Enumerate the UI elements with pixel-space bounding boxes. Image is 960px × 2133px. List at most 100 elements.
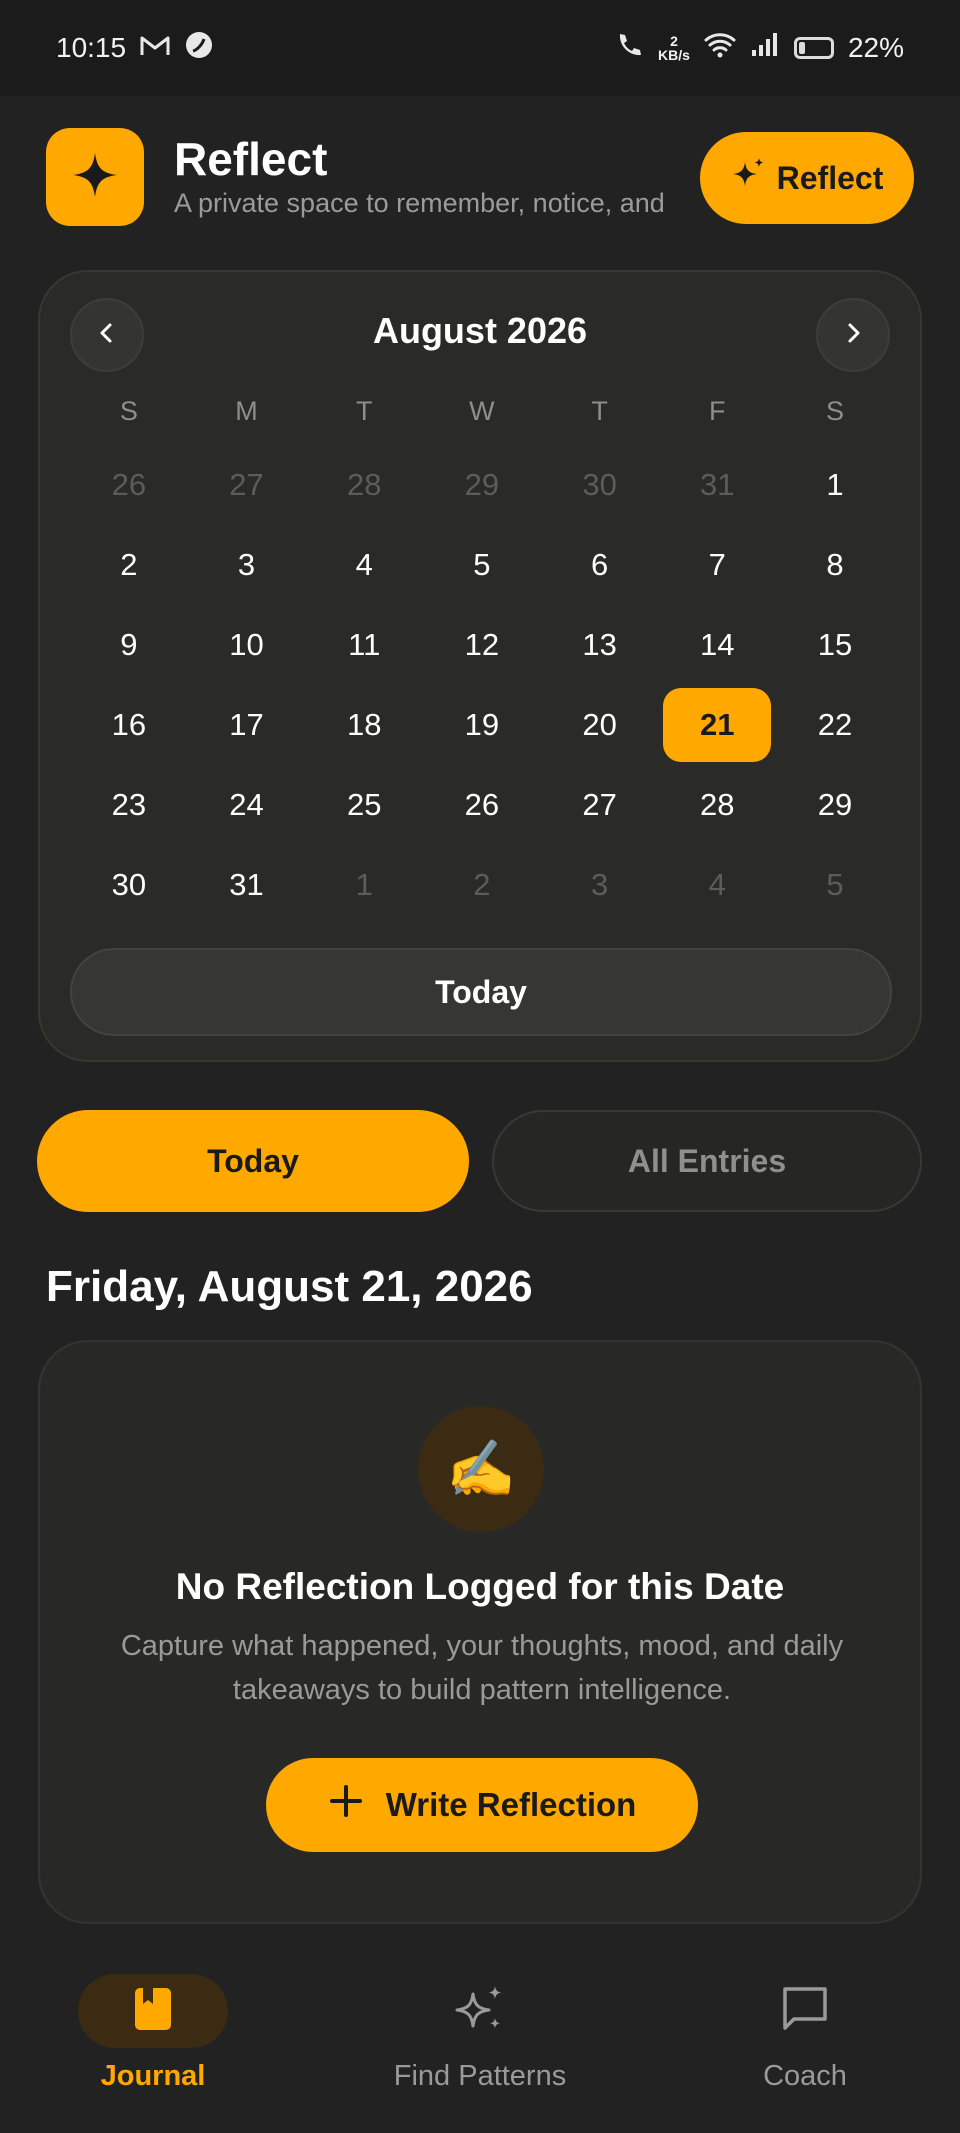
calendar-day[interactable]: 23 <box>70 768 188 842</box>
sparkles-icon <box>731 156 767 200</box>
calendar-day[interactable]: 30 <box>70 848 188 922</box>
tab-today[interactable]: Today <box>37 1110 469 1212</box>
chat-bubble-icon <box>780 1984 830 2039</box>
calendar-today-button[interactable]: Today <box>70 948 892 1036</box>
calendar-day[interactable]: 20 <box>541 688 659 762</box>
nav-find-patterns-label: Find Patterns <box>393 2060 567 2092</box>
calendar-week: 30 31 1 2 3 4 5 <box>70 848 894 922</box>
nav-journal[interactable]: Journal <box>33 1974 273 2093</box>
calendar-month-label: August 2026 <box>372 310 588 351</box>
nav-journal-indicator <box>78 1974 228 2048</box>
calendar-day-outside[interactable]: 29 <box>423 448 541 522</box>
calendar-day[interactable]: 28 <box>658 768 776 842</box>
app-header: Reflect A private space to remember, not… <box>46 128 914 228</box>
weekday-label: M <box>235 396 258 426</box>
signal-icon <box>750 32 780 65</box>
calendar-day[interactable]: 11 <box>305 608 423 682</box>
calendar-day-outside[interactable]: 2 <box>423 848 541 922</box>
calendar-day[interactable]: 9 <box>70 608 188 682</box>
app-notification-icon <box>184 30 214 67</box>
weekday-header: S M T W T F S <box>70 396 894 427</box>
calendar-day[interactable]: 6 <box>541 528 659 602</box>
network-speed: 2 KB/s <box>658 34 690 62</box>
calendar-day-outside[interactable]: 28 <box>305 448 423 522</box>
battery-icon <box>793 37 834 59</box>
calendar-week: 23 24 25 26 27 28 29 <box>70 768 894 842</box>
weekday-label: T <box>355 396 373 426</box>
calendar-day[interactable]: 19 <box>423 688 541 762</box>
reflect-button-label: Reflect <box>776 159 884 196</box>
battery-percent: 22% <box>847 32 904 63</box>
status-bar: 10:15 2 KB/s 22% <box>0 0 960 96</box>
write-reflection-label: Write Reflection <box>385 1786 637 1823</box>
plus-icon <box>328 1783 364 1827</box>
calendar-day[interactable]: 4 <box>305 528 423 602</box>
calendar-card: August 2026 S M T W T F S 26 27 28 29 30… <box>38 270 922 1062</box>
tab-all-entries[interactable]: All Entries <box>492 1110 922 1212</box>
nav-find-patterns[interactable]: Find Patterns <box>360 1974 600 2093</box>
calendar-day[interactable]: 14 <box>658 608 776 682</box>
network-speed-unit: KB/s <box>658 47 690 63</box>
calendar-day-selected[interactable]: 21 <box>658 688 776 762</box>
calendar-day[interactable]: 25 <box>305 768 423 842</box>
calendar-day-outside[interactable]: 5 <box>776 848 894 922</box>
calendar-day[interactable]: 10 <box>188 608 306 682</box>
nav-coach[interactable]: Coach <box>685 1974 925 2093</box>
app-logo <box>46 128 144 226</box>
calendar-day[interactable]: 15 <box>776 608 894 682</box>
weekday-label: F <box>709 396 726 426</box>
calendar-day[interactable]: 31 <box>188 848 306 922</box>
weekday-label: S <box>119 396 138 426</box>
calendar-day-outside[interactable]: 30 <box>541 448 659 522</box>
calendar-week: 2 3 4 5 6 7 8 <box>70 528 894 602</box>
calendar-week: 26 27 28 29 30 31 1 <box>70 448 894 522</box>
calendar-week: 9 10 11 12 13 14 15 <box>70 608 894 682</box>
calendar-day[interactable]: 24 <box>188 768 306 842</box>
calendar-day[interactable]: 29 <box>776 768 894 842</box>
nav-journal-label: Journal <box>100 2060 206 2092</box>
calendar-day[interactable]: 13 <box>541 608 659 682</box>
calendar-day[interactable]: 17 <box>188 688 306 762</box>
write-reflection-button[interactable]: Write Reflection <box>266 1758 698 1852</box>
selected-day-label: 21 <box>700 707 735 742</box>
next-month-button[interactable] <box>816 298 890 372</box>
nav-find-patterns-indicator <box>405 1974 555 2048</box>
chevron-right-icon <box>841 321 865 350</box>
empty-state-title: No Reflection Logged for this Date <box>175 1566 785 1607</box>
calendar-day[interactable]: 3 <box>188 528 306 602</box>
writing-hand-icon: ✍️ <box>418 1406 544 1532</box>
gmail-icon <box>140 32 170 64</box>
calendar-day[interactable]: 27 <box>541 768 659 842</box>
selected-date-heading: Friday, August 21, 2026 <box>46 1262 533 1311</box>
empty-state-card: ✍️ No Reflection Logged for this Date Ca… <box>38 1340 922 1924</box>
sparkle-icon <box>71 151 119 204</box>
app-subtitle: A private space to remember, notice, and <box>174 188 665 218</box>
calendar-day[interactable]: 8 <box>776 528 894 602</box>
calendar-day-outside[interactable]: 31 <box>658 448 776 522</box>
reflect-button[interactable]: Reflect <box>700 132 914 224</box>
calendar-day[interactable]: 12 <box>423 608 541 682</box>
calendar-day[interactable]: 26 <box>423 768 541 842</box>
app-title: Reflect <box>174 133 328 185</box>
calendar-day[interactable]: 2 <box>70 528 188 602</box>
calendar-week: 16 17 18 19 20 21 22 <box>70 688 894 762</box>
weekday-label: S <box>825 396 844 426</box>
bottom-navigation: Journal Find Patterns Coach <box>0 1950 960 2133</box>
calendar-day[interactable]: 22 <box>776 688 894 762</box>
weekday-label: T <box>591 396 608 426</box>
calendar-day[interactable]: 7 <box>658 528 776 602</box>
weekday-label: W <box>469 396 495 426</box>
calendar-day[interactable]: 5 <box>423 528 541 602</box>
status-time: 10:15 <box>56 32 127 63</box>
calendar-day[interactable]: 1 <box>776 448 894 522</box>
nav-coach-indicator <box>730 1974 880 2048</box>
calendar-day-outside[interactable]: 1 <box>305 848 423 922</box>
calendar-day[interactable]: 18 <box>305 688 423 762</box>
calendar-day[interactable]: 16 <box>70 688 188 762</box>
calendar-day-outside[interactable]: 26 <box>70 448 188 522</box>
sparkles-icon <box>453 1982 507 2041</box>
calendar-day-outside[interactable]: 3 <box>541 848 659 922</box>
calendar-day-outside[interactable]: 4 <box>658 848 776 922</box>
wifi-icon <box>704 32 736 65</box>
calendar-day-outside[interactable]: 27 <box>188 448 306 522</box>
